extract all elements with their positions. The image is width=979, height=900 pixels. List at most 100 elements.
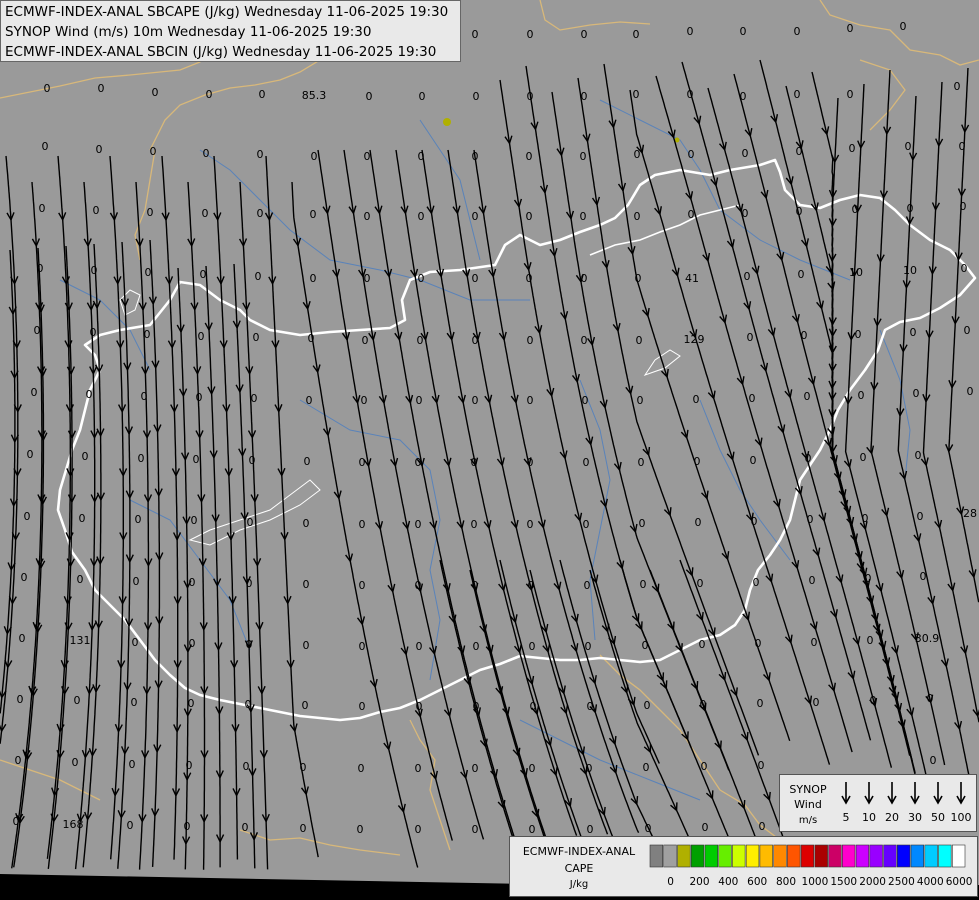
cin-label: 0 xyxy=(415,456,422,469)
cin-label: 0 xyxy=(527,518,534,531)
cin-label: 0 xyxy=(587,700,594,713)
cin-label: 0 xyxy=(639,517,646,530)
cin-label: 0 xyxy=(364,272,371,285)
cin-label: 0 xyxy=(86,388,93,401)
cin-label: 0 xyxy=(472,334,479,347)
cin-label: 0 xyxy=(44,82,51,95)
cin-label: 0 xyxy=(473,90,480,103)
cin-label: 0 xyxy=(742,207,749,220)
cape-legend-swatch xyxy=(828,844,842,868)
cin-label: 0 xyxy=(635,272,642,285)
cin-label: 0 xyxy=(472,28,479,41)
cin-label: 0 xyxy=(867,634,874,647)
cin-label: 0 xyxy=(634,210,641,223)
cin-label: 0 xyxy=(633,28,640,41)
cin-label: 0 xyxy=(954,80,961,93)
cin-label: 0 xyxy=(255,270,262,283)
cin-label: 0 xyxy=(91,264,98,277)
cin-label: 0 xyxy=(198,330,205,343)
cin-label: 0 xyxy=(644,699,651,712)
cin-label: 0 xyxy=(967,385,974,398)
cin-label: 0 xyxy=(27,448,34,461)
cin-label: 0 xyxy=(37,262,44,275)
wind-legend-title: SYNOP xyxy=(789,783,827,796)
cin-label: 0 xyxy=(527,456,534,469)
cin-label: 0 xyxy=(418,210,425,223)
cin-label: 0 xyxy=(189,637,196,650)
cin-label: 0 xyxy=(472,579,479,592)
cin-label: 168 xyxy=(63,818,84,831)
cin-label: 0 xyxy=(247,516,254,529)
cin-label: 0 xyxy=(858,389,865,402)
title-box: ECMWF-INDEX-ANAL SBCAPE (J/kg) Wednesday… xyxy=(0,0,461,62)
cin-label: 0 xyxy=(31,386,38,399)
cin-label: 0 xyxy=(359,518,366,531)
wind-legend-subtitle: Wind xyxy=(794,798,822,811)
wind-legend-arrow xyxy=(887,782,897,805)
cin-label: 0 xyxy=(306,394,313,407)
cin-label: 0 xyxy=(358,762,365,775)
cin-label: 0 xyxy=(310,272,317,285)
cin-label: 129 xyxy=(684,333,705,346)
cin-label: 0 xyxy=(801,329,808,342)
cape-legend-swatch xyxy=(718,844,732,868)
cape-legend-swatch xyxy=(938,844,952,868)
cin-label: 0 xyxy=(471,456,478,469)
cin-label: 0 xyxy=(862,512,869,525)
cin-label: 0 xyxy=(638,456,645,469)
cin-label: 0 xyxy=(473,700,480,713)
cin-label: 41 xyxy=(685,272,699,285)
cape-legend-tick: 0 xyxy=(667,876,674,888)
cin-label: 0 xyxy=(688,208,695,221)
cin-label: 0 xyxy=(131,696,138,709)
cin-label: 0 xyxy=(526,150,533,163)
cin-label: 0 xyxy=(699,638,706,651)
cape-legend-swatch xyxy=(759,844,773,868)
cape-legend-title: ECMWF-INDEX-ANAL xyxy=(522,845,636,858)
cape-legend-swatch xyxy=(951,844,966,868)
cin-label: 0 xyxy=(415,579,422,592)
cin-label: 0 xyxy=(755,637,762,650)
cin-label: 0 xyxy=(415,518,422,531)
cin-label: 0 xyxy=(472,823,479,836)
cin-label: 0 xyxy=(145,266,152,279)
cin-label: 0 xyxy=(855,328,862,341)
cin-label: 0 xyxy=(127,819,134,832)
cape-legend-subtitle: CAPE xyxy=(564,862,594,875)
wind-legend-value: 30 xyxy=(908,811,922,824)
cape-legend-swatch xyxy=(814,844,828,868)
cin-label: 0 xyxy=(580,150,587,163)
cape-legend-swatch xyxy=(732,844,746,868)
cin-label: 0 xyxy=(359,640,366,653)
cin-label: 0 xyxy=(700,698,707,711)
cin-label: 0 xyxy=(526,210,533,223)
cin-label: 0 xyxy=(586,762,593,775)
weather-map: 0000085.30000000000000000000020.60000000… xyxy=(0,0,979,900)
cin-label: 0 xyxy=(243,760,250,773)
cin-label: 0 xyxy=(860,451,867,464)
cin-label: 0 xyxy=(415,762,422,775)
cin-label: 0 xyxy=(796,145,803,158)
cape-legend-swatch xyxy=(745,844,760,868)
cin-label: 0 xyxy=(529,823,536,836)
cin-label: 0 xyxy=(193,453,200,466)
cin-label: 0 xyxy=(246,638,253,651)
cape-legend-swatch xyxy=(649,844,663,868)
cin-label: 0 xyxy=(805,452,812,465)
cin-label: 0 xyxy=(905,140,912,153)
cin-label: 0 xyxy=(251,392,258,405)
cin-label: 0 xyxy=(419,90,426,103)
cin-label: 0 xyxy=(794,25,801,38)
cin-label: 0 xyxy=(580,210,587,223)
cin-label: 0 xyxy=(849,142,856,155)
cin-label: 0 xyxy=(303,517,310,530)
cin-label: 0 xyxy=(913,387,920,400)
cin-label: 0 xyxy=(702,821,709,834)
cin-label: 0 xyxy=(581,28,588,41)
cin-label: 0 xyxy=(361,394,368,407)
cin-label: 0 xyxy=(530,700,537,713)
cin-label: 0 xyxy=(587,823,594,836)
cin-label: 0 xyxy=(416,640,423,653)
cin-label: 0 xyxy=(138,452,145,465)
cin-label: 0 xyxy=(471,518,478,531)
